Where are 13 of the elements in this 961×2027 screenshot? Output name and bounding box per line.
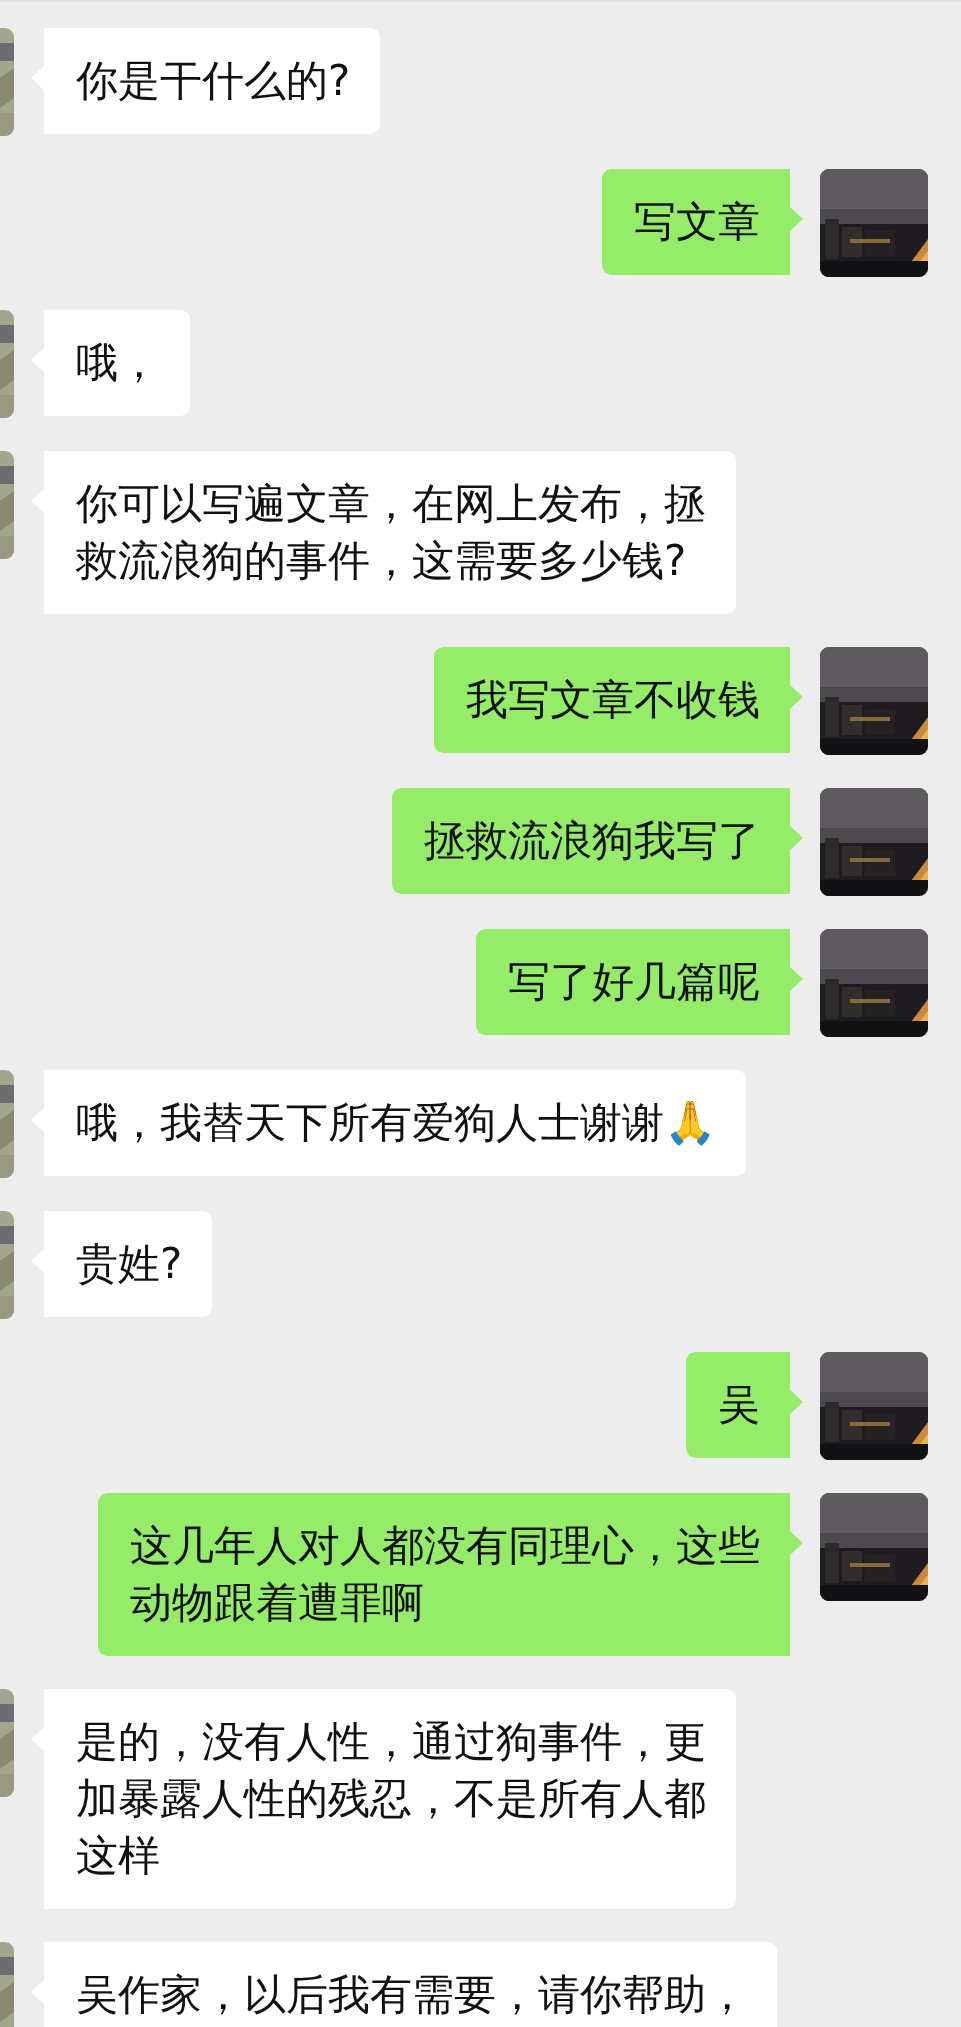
message-bubble: 贵姓?	[31, 1211, 213, 1317]
message-bubble: 吴作家，以后我有需要，请你帮助，	[31, 1942, 777, 2027]
message-bubble: 拯救流浪狗我写了	[392, 788, 803, 894]
message-bubble: 我写文章不收钱	[434, 647, 803, 753]
message-bubble: 吴	[686, 1352, 803, 1458]
message-bubble: 写了好几篇呢	[476, 929, 803, 1035]
message-bubble: 哦，我替天下所有爱狗人士谢谢🙏	[31, 1070, 746, 1176]
message-bubble: 写文章	[602, 169, 803, 275]
message-bubble: 你可以写遍文章，在网上发布，拯 救流浪狗的事件，这需要多少钱?	[31, 451, 736, 614]
message-bubble: 是的，没有人性，通过狗事件，更 加暴露人性的残忍，不是所有人都 这样	[31, 1689, 736, 1909]
message-bubble: 哦，	[31, 310, 190, 416]
message-bubble: 这几年人对人都没有同理心，这些 动物跟着遭罪啊	[98, 1493, 803, 1656]
message-bubble: 你是干什么的?	[31, 28, 381, 134]
